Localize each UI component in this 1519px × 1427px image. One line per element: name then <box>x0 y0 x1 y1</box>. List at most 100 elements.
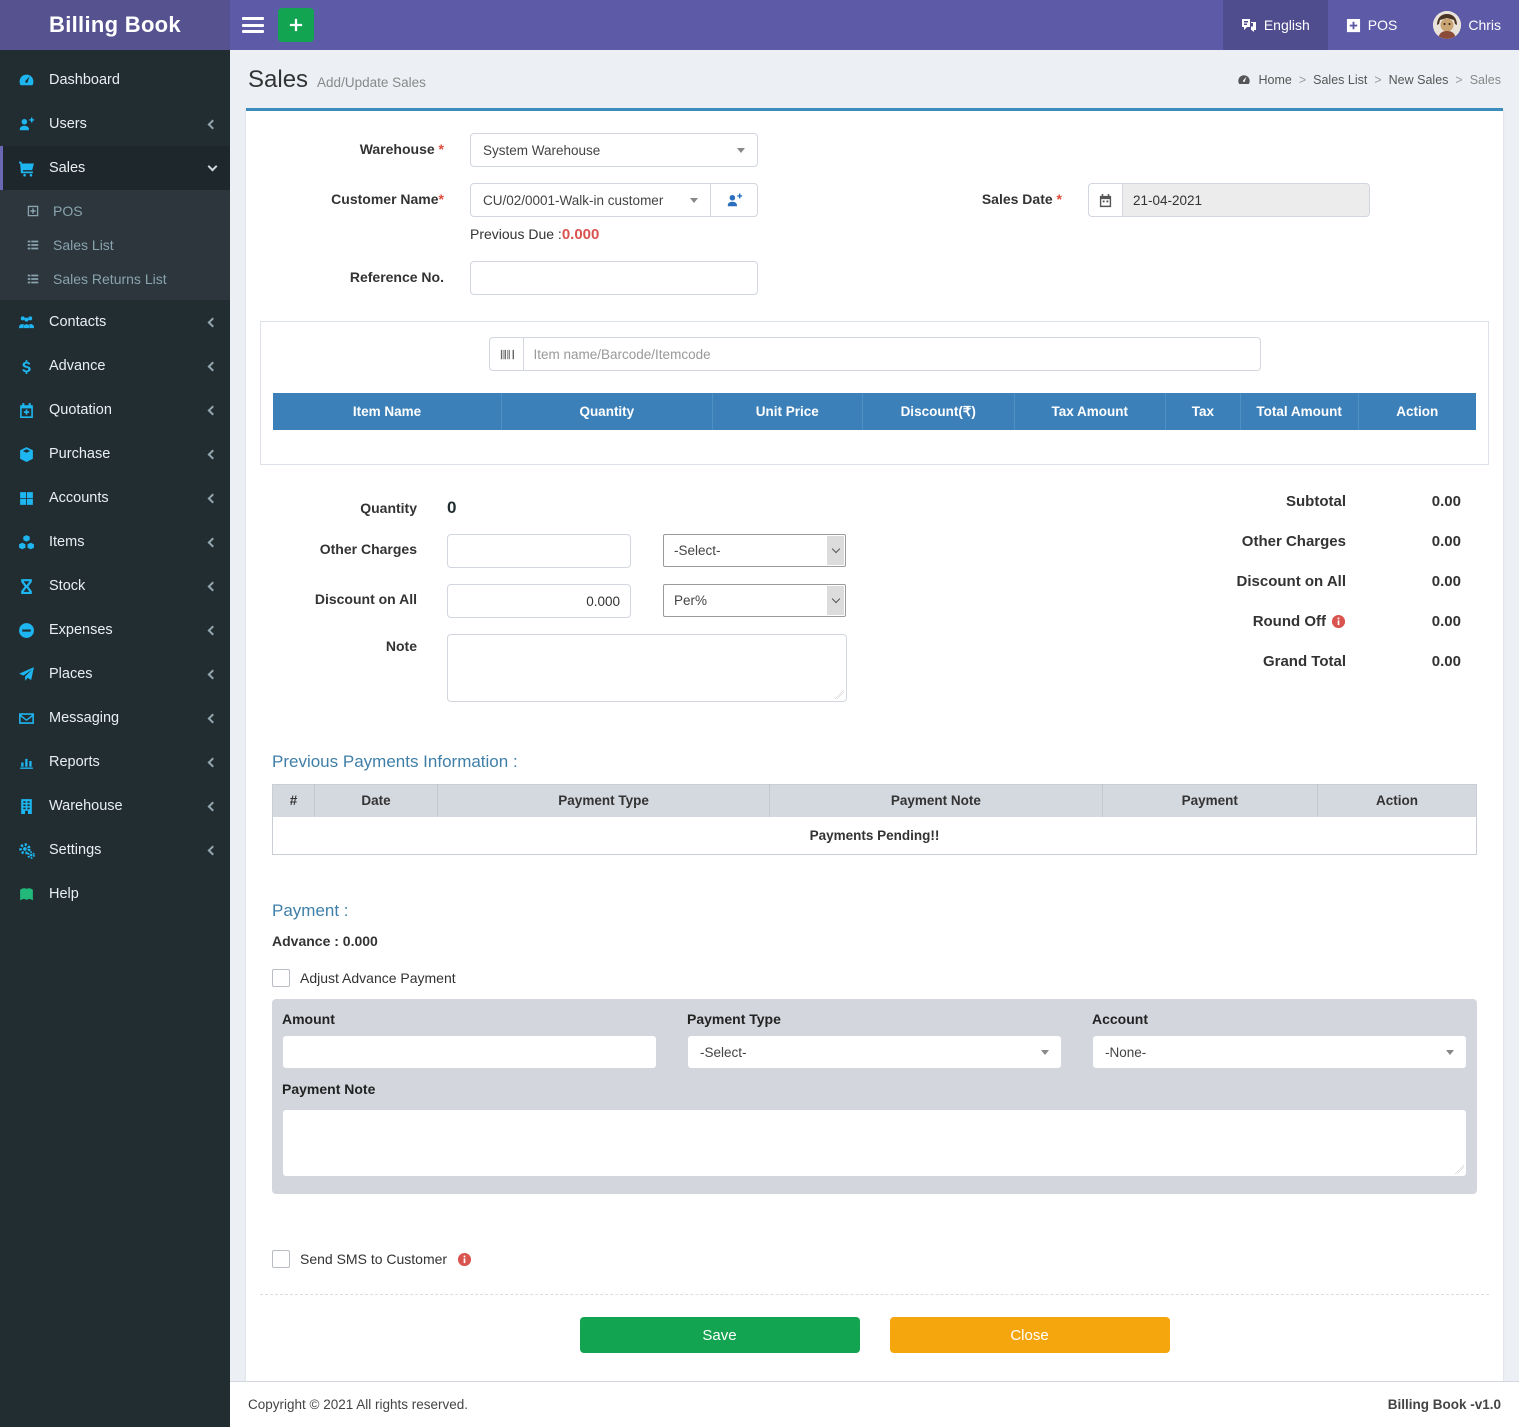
sidebar-item-contacts[interactable]: Contacts <box>0 300 230 344</box>
user-menu[interactable]: Chris <box>1415 0 1519 50</box>
sidebar-item-expenses[interactable]: Expenses <box>0 608 230 652</box>
sidebar-item-label: Reports <box>49 754 100 770</box>
warehouse-label: Warehouse * <box>260 133 470 157</box>
building-icon <box>15 798 37 815</box>
sales-date-label: Sales Date * <box>758 183 1088 207</box>
sidebar-item-label: Expenses <box>49 622 113 638</box>
submenu-item-label: Sales Returns List <box>53 271 167 287</box>
payment-note-textarea[interactable] <box>282 1109 1467 1177</box>
sidebar-item-stock[interactable]: Stock <box>0 564 230 608</box>
breadcrumb-separator: > <box>1455 73 1462 87</box>
pp-col-hash: # <box>273 785 315 817</box>
chevron-left-icon <box>208 449 218 459</box>
quick-add-button[interactable] <box>278 8 314 42</box>
close-button[interactable]: Close <box>890 1317 1170 1353</box>
account-select[interactable]: -None- <box>1092 1035 1467 1069</box>
warehouse-select[interactable]: System Warehouse <box>470 133 758 167</box>
envelope-icon <box>15 710 37 727</box>
sidebar-item-accounts[interactable]: Accounts <box>0 476 230 520</box>
cart-icon <box>15 160 37 177</box>
sidebar-subitem-sales-returns-list[interactable]: Sales Returns List <box>0 262 230 296</box>
other-charges-type-select[interactable]: -Select- <box>663 534 846 567</box>
pp-col-payment-note: Payment Note <box>770 785 1102 817</box>
breadcrumb-home[interactable]: Home <box>1258 73 1291 87</box>
previous-due-label: Previous Due : <box>470 226 562 242</box>
sidebar-item-sales[interactable]: Sales <box>0 146 230 190</box>
other-charges-total-label: Other Charges <box>1087 533 1346 550</box>
sidebar-item-places[interactable]: Places <box>0 652 230 696</box>
sidebar-item-purchase[interactable]: Purchase <box>0 432 230 476</box>
items-col-total: Total Amount <box>1240 393 1358 430</box>
chevron-down-icon <box>1446 1050 1454 1055</box>
breadcrumb-separator: > <box>1299 73 1306 87</box>
sidebar-item-label: Dashboard <box>49 72 120 88</box>
info-icon[interactable] <box>1331 614 1346 629</box>
adjust-advance-checkbox[interactable] <box>272 969 290 987</box>
pos-menu[interactable]: POS <box>1328 0 1416 50</box>
sidebar-item-label: Sales <box>49 160 85 176</box>
add-customer-button[interactable] <box>711 183 758 217</box>
sidebar-item-advance[interactable]: Advance <box>0 344 230 388</box>
payment-type-select[interactable]: -Select- <box>687 1035 1062 1069</box>
info-icon[interactable] <box>457 1252 472 1267</box>
breadcrumb-sales-list[interactable]: Sales List <box>1313 73 1367 87</box>
reference-input[interactable] <box>470 261 758 295</box>
other-charges-input[interactable] <box>447 534 631 568</box>
other-charges-type-value: -Select- <box>674 543 721 558</box>
totals-summary: Subtotal 0.00 Other Charges 0.00 Discoun… <box>1087 493 1477 718</box>
page-subtitle: Add/Update Sales <box>317 75 426 90</box>
breadcrumb-new-sales[interactable]: New Sales <box>1389 73 1449 87</box>
pp-col-date: Date <box>315 785 438 817</box>
save-button[interactable]: Save <box>580 1317 860 1353</box>
note-textarea[interactable] <box>447 634 847 702</box>
discount-on-all-input[interactable] <box>447 584 631 618</box>
brand-logo[interactable]: Billing Book <box>0 0 230 50</box>
sidebar-item-users[interactable]: Users <box>0 102 230 146</box>
sidebar-item-dashboard[interactable]: Dashboard <box>0 58 230 102</box>
sidebar-subitem-pos[interactable]: POS <box>0 194 230 228</box>
items-col-tax-amount: Tax Amount <box>1014 393 1166 430</box>
customer-select[interactable]: CU/02/0001-Walk-in customer <box>470 183 711 217</box>
chevron-down-icon <box>827 536 844 565</box>
item-search-input[interactable] <box>523 337 1261 371</box>
language-menu[interactable]: English <box>1223 0 1328 50</box>
sales-date-input[interactable] <box>1122 183 1370 217</box>
account-label: Account <box>1092 1011 1467 1027</box>
discount-type-value: Per% <box>674 593 707 608</box>
pp-col-action: Action <box>1318 785 1477 817</box>
sidebar-item-messaging[interactable]: Messaging <box>0 696 230 740</box>
payment-title: Payment : <box>272 901 1477 921</box>
sidebar-item-label: Users <box>49 116 87 132</box>
round-off-label: Round Off <box>1253 613 1326 630</box>
sidebar-item-reports[interactable]: Reports <box>0 740 230 784</box>
chevron-left-icon <box>208 801 218 811</box>
sidebar-item-warehouse[interactable]: Warehouse <box>0 784 230 828</box>
payment-note-label: Payment Note <box>282 1081 1467 1097</box>
sidebar-item-label: Stock <box>49 578 85 594</box>
grand-total-value: 0.00 <box>1346 653 1461 670</box>
amount-input[interactable] <box>282 1035 657 1069</box>
chevron-left-icon <box>208 669 218 679</box>
sidebar-toggle-icon[interactable] <box>242 17 264 33</box>
discount-type-select[interactable]: Per% <box>663 584 846 617</box>
send-sms-checkbox[interactable] <box>272 1250 290 1268</box>
sidebar-item-label: Advance <box>49 358 105 374</box>
language-icon <box>1241 17 1257 33</box>
sidebar-subitem-sales-list[interactable]: Sales List <box>0 228 230 262</box>
breadcrumb-current: Sales <box>1470 73 1501 87</box>
sidebar-item-help[interactable]: Help <box>0 872 230 916</box>
breadcrumb-separator: > <box>1374 73 1381 87</box>
sidebar-item-items[interactable]: Items <box>0 520 230 564</box>
previous-due-value: 0.000 <box>562 226 600 243</box>
pp-col-payment-type: Payment Type <box>437 785 769 817</box>
sidebar-item-quotation[interactable]: Quotation <box>0 388 230 432</box>
paper-plane-icon <box>15 666 37 683</box>
sidebar-item-settings[interactable]: Settings <box>0 828 230 872</box>
submenu-item-label: POS <box>53 203 83 219</box>
customer-name-label: Customer Name* <box>260 183 470 207</box>
list-icon <box>24 272 42 286</box>
chevron-down-icon <box>737 148 745 153</box>
plus-square-icon <box>24 204 42 218</box>
items-col-action: Action <box>1358 393 1476 430</box>
sidebar: Dashboard Users Sales POS Sales List Sal… <box>0 50 230 1427</box>
